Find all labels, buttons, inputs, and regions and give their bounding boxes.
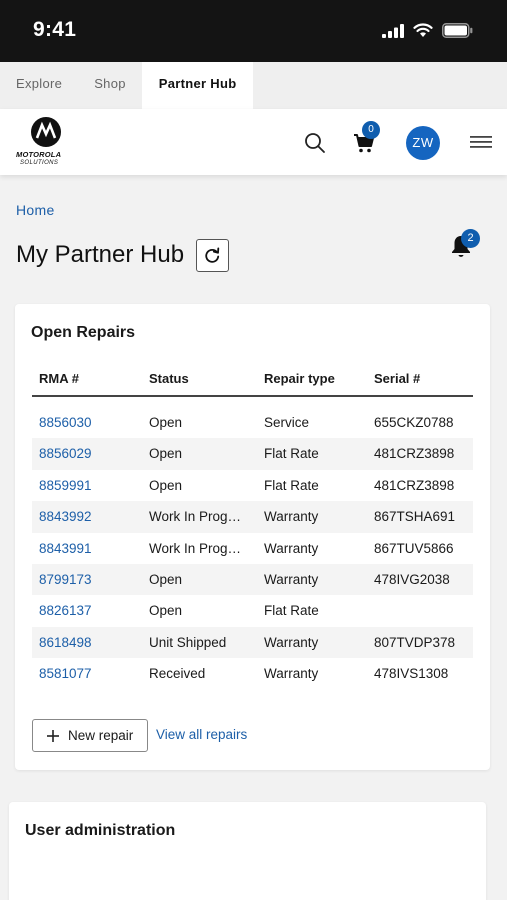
logo-emblem-icon (31, 117, 61, 147)
table-row: 8618498 Unit Shipped Warranty 807TVDP378 (32, 626, 473, 659)
notification-count-badge: 2 (461, 229, 480, 248)
serial-cell: 655CKZ0788 (374, 415, 454, 430)
open-repairs-title: Open Repairs (31, 324, 136, 341)
new-repair-label: New repair (68, 728, 134, 743)
status-cell: Work In Prog… (149, 509, 242, 525)
rma-link[interactable]: 8843992 (39, 501, 92, 532)
table-row: 8581077 Received Warranty 478IVS1308 (32, 658, 473, 689)
repair-type-cell: Service (264, 415, 310, 430)
column-header-rma: RMA # (39, 371, 79, 386)
status-cell: Received (149, 666, 206, 682)
repair-type-cell: Flat Rate (264, 477, 319, 493)
serial-cell: 481CRZ3898 (374, 477, 455, 493)
column-header-repair-type: Repair type (264, 371, 335, 386)
logo-subtitle: SOLUTIONS (20, 160, 59, 166)
status-cell: Open (149, 477, 183, 493)
repair-type-cell: Warranty (264, 509, 319, 525)
rma-link[interactable]: 8826137 (39, 595, 92, 626)
tab-explore[interactable]: Explore (0, 62, 78, 109)
rma-link[interactable]: 8856030 (39, 407, 92, 438)
table-row: 8843992 Work In Prog… Warranty 867TSHA69… (32, 501, 473, 533)
rma-link[interactable]: 8859991 (39, 470, 92, 501)
serial-cell: 478IVG2038 (374, 571, 450, 587)
rma-link[interactable]: 8843991 (39, 533, 92, 564)
logo-name: MOTOROLA (16, 150, 62, 159)
column-header-serial: Serial # (374, 371, 421, 386)
cart-count-badge: 0 (362, 121, 380, 139)
refresh-button[interactable] (196, 239, 229, 272)
repair-type-cell: Warranty (264, 634, 319, 650)
table-row: 8843991 Work In Prog… Warranty 867TUV586… (32, 533, 473, 564)
status-icons (382, 23, 473, 38)
table-body: 8856030 Open Service 655CKZ0788 8856029 … (32, 407, 473, 690)
rma-link[interactable]: 8856029 (39, 438, 92, 469)
repair-type-cell: Flat Rate (264, 446, 319, 462)
table-row: 8859991 Open Flat Rate 481CRZ3898 (32, 470, 473, 501)
breadcrumb-home[interactable]: Home (16, 202, 55, 218)
status-cell: Unit Shipped (149, 634, 227, 650)
menu-icon[interactable] (470, 133, 492, 151)
top-tabs: Explore Shop Partner Hub (0, 62, 507, 109)
repairs-table: RMA # Status Repair type Serial # 885603… (32, 366, 473, 690)
search-icon[interactable] (303, 131, 327, 155)
repair-type-cell: Warranty (264, 571, 319, 587)
rma-link[interactable]: 8799173 (39, 564, 92, 595)
status-time: 9:41 (33, 18, 77, 41)
status-cell: Work In Prog… (149, 540, 242, 556)
column-header-status: Status (149, 371, 189, 386)
serial-cell: 481CRZ3898 (374, 446, 455, 462)
table-row: 8799173 Open Warranty 478IVG2038 (32, 563, 473, 596)
tab-partner-hub[interactable]: Partner Hub (141, 62, 254, 109)
repair-type-cell: Warranty (264, 540, 319, 556)
refresh-icon (205, 247, 220, 263)
status-cell: Open (149, 415, 183, 430)
table-row: 8826137 Open Flat Rate (32, 595, 473, 626)
status-bar: 9:41 (0, 0, 507, 62)
battery-icon (442, 23, 473, 38)
serial-cell: 478IVS1308 (374, 666, 449, 682)
repair-type-cell: Flat Rate (264, 603, 319, 619)
new-repair-button[interactable]: New repair (32, 719, 148, 752)
table-row: 8856029 Open Flat Rate 481CRZ3898 (32, 438, 473, 470)
status-cell: Open (149, 446, 183, 462)
user-administration-title: User administration (25, 822, 176, 839)
signal-icon (382, 23, 404, 38)
table-row: 8856030 Open Service 655CKZ0788 (32, 407, 473, 438)
rma-link[interactable]: 8618498 (39, 627, 92, 658)
status-cell: Open (149, 603, 183, 619)
plus-icon (47, 730, 59, 742)
tab-shop[interactable]: Shop (78, 62, 142, 109)
user-administration-card: User administration (9, 802, 486, 900)
avatar[interactable]: ZW (406, 126, 440, 160)
status-cell: Open (149, 571, 183, 587)
view-all-repairs-link[interactable]: View all repairs (156, 727, 247, 742)
table-header: RMA # Status Repair type Serial # (32, 366, 473, 397)
rma-link[interactable]: 8581077 (39, 658, 92, 689)
wifi-icon (413, 23, 433, 37)
serial-cell: 807TVDP378 (374, 634, 456, 650)
repair-type-cell: Warranty (264, 666, 319, 682)
serial-cell: 867TSHA691 (374, 509, 456, 525)
motorola-logo[interactable]: MOTOROLA SOLUTIONS (16, 117, 78, 173)
page-title: My Partner Hub (16, 241, 185, 268)
serial-cell: 867TUV5866 (374, 540, 454, 556)
open-repairs-card: Open Repairs RMA # Status Repair type Se… (15, 304, 490, 770)
